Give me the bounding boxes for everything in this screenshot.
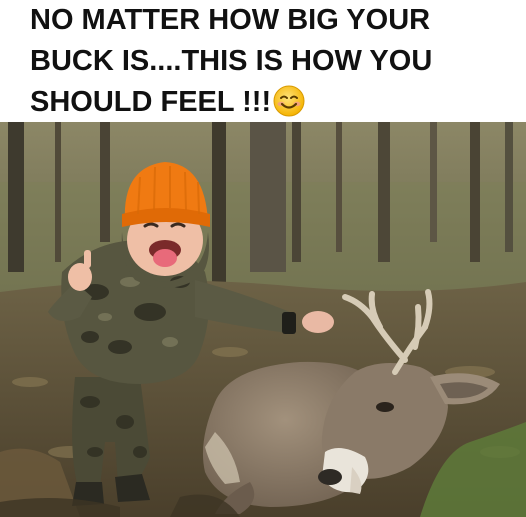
- caption-line-3: SHOULD FEEL !!!: [30, 82, 510, 123]
- caption-line-1: NO MATTER HOW BIG YOUR: [30, 4, 431, 36]
- photo-illustration: [0, 122, 526, 517]
- caption-line-2: BUCK IS....THIS IS HOW YOU: [30, 45, 433, 77]
- meme-page: NO MATTER HOW BIG YOUR BUCK IS....THIS I…: [0, 0, 526, 517]
- caption-line-3-text: SHOULD FEEL !!!: [30, 86, 272, 118]
- meme-caption: NO MATTER HOW BIG YOUR BUCK IS....THIS I…: [30, 0, 510, 123]
- child-with-deer-photo: [0, 122, 526, 517]
- smiling-face-emoji-icon: [273, 85, 305, 117]
